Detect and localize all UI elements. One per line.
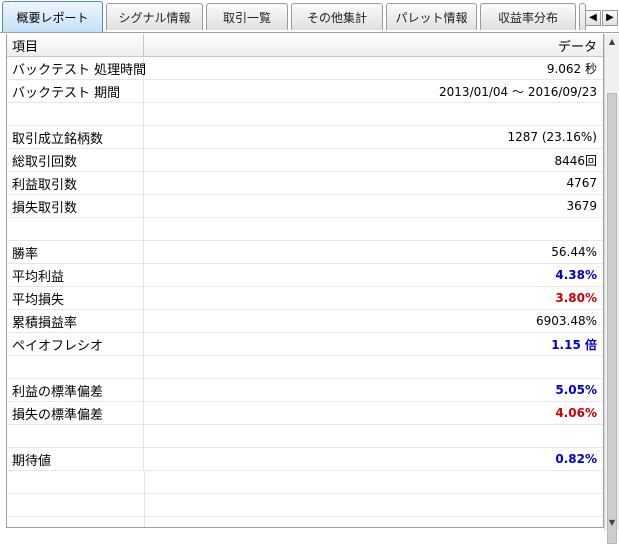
table-row[interactable]: [7, 103, 603, 126]
table-row[interactable]: 取引成立銘柄数 1287 (23.16%): [7, 126, 603, 149]
tab-summary-report[interactable]: 概要レポート: [2, 1, 103, 32]
table-row[interactable]: 利益取引数 4767: [7, 172, 603, 195]
tab-pallet-info[interactable]: パレット情報: [386, 3, 477, 30]
triangle-up-icon: ▲: [608, 37, 616, 46]
row-label: [7, 103, 144, 125]
table-header: 項目 データ: [7, 34, 603, 57]
row-label: 取引成立銘柄数: [7, 126, 144, 148]
row-value: 0.82%: [555, 452, 597, 466]
row-label: 累積損益率: [7, 310, 144, 332]
table-row[interactable]: 累積損益率 6903.48%: [7, 310, 603, 333]
table-row[interactable]: 損失の標準偏差 4.06%: [7, 402, 603, 425]
table-row[interactable]: [7, 425, 603, 448]
row-value: 4767: [566, 176, 597, 190]
row-value: 4.06%: [555, 406, 597, 420]
row-value: [144, 218, 603, 240]
row-label: 利益取引数: [7, 172, 144, 194]
row-label: バックテスト 処理時間: [7, 57, 146, 79]
tab-prev-button[interactable]: ◀: [585, 10, 601, 26]
table-row[interactable]: バックテスト 処理時間 9.062 秒: [7, 57, 603, 80]
row-value: 3679: [566, 199, 597, 213]
tab-other-stats[interactable]: その他集計: [291, 3, 383, 30]
row-value: 1.15 倍: [551, 337, 597, 352]
tab-signal-info[interactable]: シグナル情報: [106, 3, 203, 30]
row-value: 2013/01/04 ～ 2016/09/23: [439, 84, 597, 99]
row-label: [7, 356, 144, 378]
row-value: [144, 356, 603, 378]
table-row[interactable]: 平均利益 4.38%: [7, 264, 603, 287]
table-row[interactable]: [7, 218, 603, 241]
scroll-down-button[interactable]: ▼: [605, 515, 619, 530]
row-label: 勝率: [7, 241, 144, 263]
summary-table: 項目 データ バックテスト 処理時間 9.062 秒バックテスト 期間 2013/0…: [6, 34, 604, 528]
row-value: 1287 (23.16%): [507, 130, 597, 144]
table-row[interactable]: バックテスト 期間 2013/01/04 ～ 2016/09/23: [7, 80, 603, 103]
row-value: 6903.48%: [535, 314, 597, 328]
table-row[interactable]: 期待値 0.82%: [7, 448, 603, 471]
row-value: 8446回: [554, 153, 597, 168]
table-row[interactable]: 総取引回数 8446回: [7, 149, 603, 172]
vertical-scrollbar[interactable]: ▲ ▼: [604, 34, 619, 544]
row-value: [144, 103, 603, 125]
row-value: 4.38%: [555, 268, 597, 282]
table-row[interactable]: 平均損失 3.80%: [7, 287, 603, 310]
table-row[interactable]: ペイオフレシオ 1.15 倍: [7, 333, 603, 356]
table-row[interactable]: [7, 356, 603, 379]
column-header-data[interactable]: データ: [144, 34, 603, 56]
scroll-thumb[interactable]: [607, 93, 617, 544]
row-value: 5.05%: [555, 383, 597, 397]
row-value: 3.80%: [555, 291, 597, 305]
row-label: バックテスト 期間: [7, 80, 144, 102]
row-label: 損失取引数: [7, 195, 144, 217]
row-label: 利益の標準偏差: [7, 379, 144, 401]
tab-next-button[interactable]: ▶: [602, 10, 618, 26]
arrow-right-icon: ▶: [606, 12, 614, 23]
table-body: バックテスト 処理時間 9.062 秒バックテスト 期間 2013/01/04 ～ …: [7, 57, 603, 471]
tab-scroll-arrows: ◀ ▶: [585, 10, 618, 26]
row-label: [7, 218, 144, 240]
row-label: 平均損失: [7, 287, 144, 309]
row-label: 期待値: [7, 448, 144, 470]
row-label: 損失の標準偏差: [7, 402, 144, 424]
row-label: ペイオフレシオ: [7, 333, 144, 355]
arrow-left-icon: ◀: [589, 12, 597, 23]
table-row[interactable]: 損失取引数 3679: [7, 195, 603, 218]
row-label: 総取引回数: [7, 149, 144, 171]
tab-bar: 概要レポート シグナル情報 取引一覧 その他集計 パレット情報 収益率分布 ◀ …: [0, 0, 619, 33]
scroll-up-button[interactable]: ▲: [605, 34, 619, 49]
table-row[interactable]: 利益の標準偏差 5.05%: [7, 379, 603, 402]
row-label: [7, 425, 144, 447]
tab-return-distribution[interactable]: 収益率分布: [480, 3, 576, 30]
row-value: [144, 425, 603, 447]
row-value: 56.44%: [551, 245, 597, 259]
row-label: 平均利益: [7, 264, 144, 286]
tab-trade-list[interactable]: 取引一覧: [206, 3, 288, 30]
table-row[interactable]: 勝率 56.44%: [7, 241, 603, 264]
column-header-item[interactable]: 項目: [7, 34, 144, 56]
row-value: 9.062 秒: [546, 61, 597, 76]
triangle-down-icon: ▼: [608, 518, 616, 527]
